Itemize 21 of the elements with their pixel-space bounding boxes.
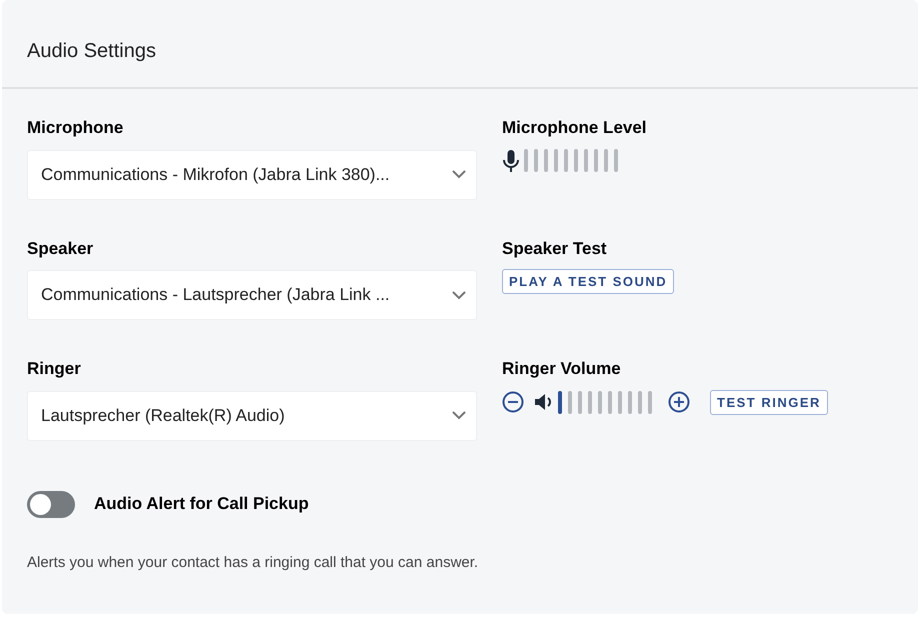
play-test-sound-button[interactable]: PLAY A TEST SOUND — [502, 269, 674, 294]
chevron-down-icon — [452, 170, 466, 179]
device-select[interactable]: Communications - Mikrofon (Jabra Link 380)... — [27, 150, 477, 200]
field-label: Speaker — [27, 238, 94, 260]
toggle-switch[interactable] — [27, 490, 75, 518]
chevron-down-icon — [452, 290, 466, 300]
device-select[interactable]: Communications - Lautsprecher (Jabra Link ... — [27, 270, 477, 320]
field-label: Ringer Volume — [502, 358, 622, 380]
field-label: Microphone — [27, 117, 124, 139]
device-select[interactable]: Lautsprecher (Realtek(R) Audio) — [27, 390, 477, 440]
minus-circle-icon[interactable] — [502, 391, 524, 413]
field-label: Speaker Test — [502, 238, 607, 260]
microphone-icon — [502, 148, 520, 172]
chevron-down-icon — [452, 411, 466, 420]
plus-circle-icon[interactable] — [668, 391, 690, 413]
field-label: Microphone Level — [502, 117, 648, 139]
panel-title: Audio Settings — [27, 39, 157, 64]
field-label: Ringer — [27, 358, 82, 380]
alert-description: Alerts you when your contact has a ringing call that you can answer. — [26, 552, 480, 572]
test-ringer-button[interactable]: TEST RINGER — [710, 390, 828, 414]
toggle-label: Audio Alert for Call Pickup — [94, 493, 309, 516]
